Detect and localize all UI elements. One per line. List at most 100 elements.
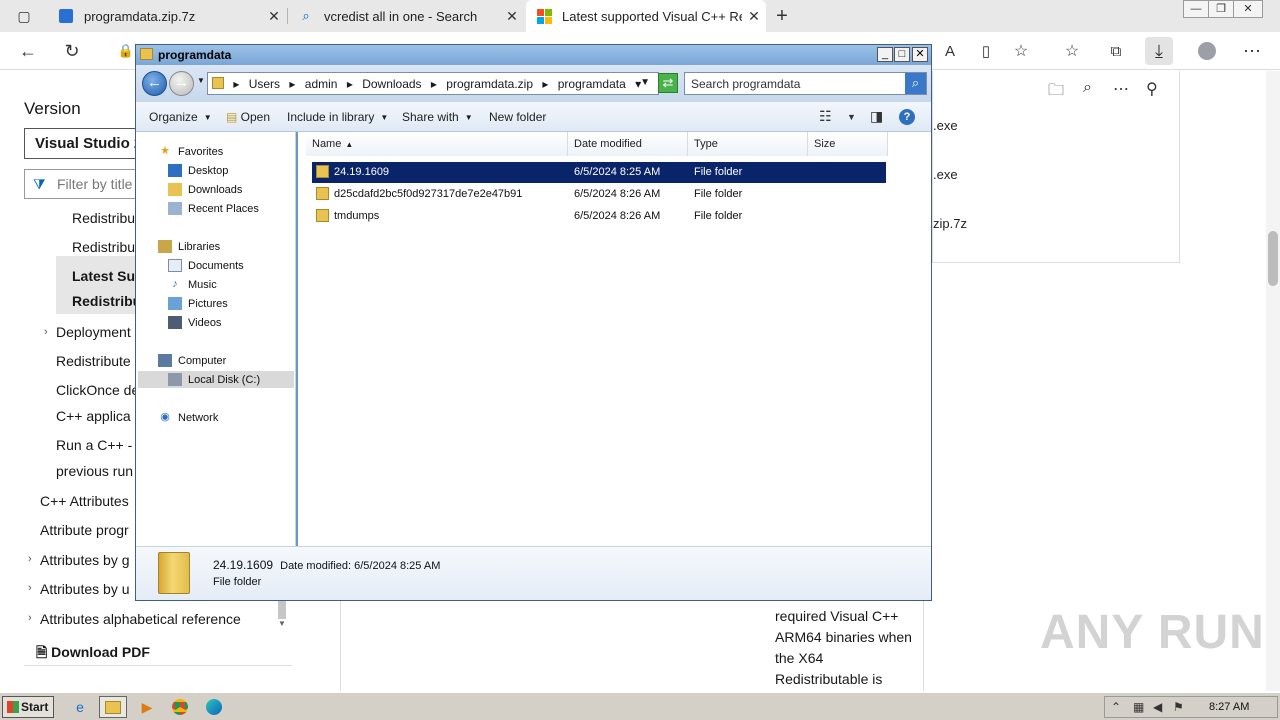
close-tab-icon[interactable]: ✕ — [262, 8, 286, 25]
breadcrumb-separator[interactable]: ▸ — [542, 77, 548, 91]
toc-item[interactable]: C++ applica — [56, 408, 131, 424]
more-menu-icon[interactable]: ⋯ — [1238, 37, 1266, 65]
address-bar[interactable]: ▸ Users ▸ admin ▸ Downloads ▸ programdat… — [207, 72, 659, 95]
close-tab-icon[interactable]: ✕ — [742, 8, 766, 25]
chrome-icon[interactable] — [166, 696, 194, 718]
action-center-flag-icon[interactable]: ⚑ — [1173, 700, 1184, 714]
close-tab-icon[interactable]: ✕ — [500, 8, 524, 25]
tray-expand-icon[interactable]: ⌃ — [1111, 700, 1121, 714]
toc-item[interactable]: Attributes alphabetical reference — [40, 611, 241, 627]
share-with-button[interactable]: Share with ▼ — [402, 110, 473, 124]
search-icon[interactable]: ⌕ — [905, 73, 926, 94]
search-icon[interactable]: ⌕ — [1083, 79, 1092, 97]
recent-pages-dropdown[interactable]: ▼ — [197, 76, 205, 85]
nav-recent-places[interactable]: Recent Places — [168, 202, 259, 215]
include-in-library-button[interactable]: Include in library ▼ — [287, 110, 388, 124]
nav-pictures[interactable]: Pictures — [168, 297, 228, 310]
tab-actions-icon[interactable]: ▢ — [10, 2, 38, 30]
nav-local-disk[interactable]: Local Disk (C:) — [168, 373, 260, 386]
toc-item[interactable]: Attribute progr — [40, 522, 129, 538]
refresh-icon[interactable]: ⇄ — [658, 73, 678, 93]
organize-button[interactable]: Organize ▼ — [149, 110, 212, 124]
help-icon[interactable]: ? — [899, 109, 915, 125]
download-pdf-link[interactable]: 🗎 Download PDF — [36, 642, 150, 666]
start-button[interactable]: Start — [2, 696, 54, 718]
collections-icon[interactable]: ⧉ — [1102, 37, 1130, 65]
close-icon[interactable]: ✕ — [912, 47, 928, 62]
toc-item[interactable]: C++ Attributes — [40, 493, 129, 509]
restore-icon[interactable]: ❐ — [1208, 0, 1234, 18]
tab-visual-cpp-redist[interactable]: Latest supported Visual C++ Red ✕ — [526, 0, 766, 32]
breadcrumb-downloads[interactable]: Downloads — [362, 77, 421, 91]
breadcrumb-admin[interactable]: admin — [305, 77, 338, 91]
toc-item[interactable]: ClickOnce de — [56, 382, 139, 398]
nav-documents[interactable]: Documents — [168, 259, 244, 272]
column-header-date[interactable]: Date modified — [568, 132, 688, 156]
tab-programdata-zip[interactable]: programdata.zip.7z ✕ — [48, 0, 286, 32]
downloads-icon[interactable]: ⤓ — [1145, 37, 1173, 65]
download-item[interactable]: zip.7z — [933, 216, 967, 231]
refresh-icon[interactable]: ↻ — [58, 37, 86, 65]
chevron-right-icon[interactable]: › — [28, 553, 32, 565]
view-options-icon[interactable]: ☷ — [819, 108, 832, 125]
edge-icon[interactable] — [200, 696, 228, 718]
toc-item-active[interactable]: Latest Sup — [72, 268, 144, 284]
preview-pane-icon[interactable]: ◨ — [870, 108, 883, 125]
search-input[interactable]: Search programdata ⌕ — [684, 72, 927, 95]
column-header-name[interactable]: Name ▲ — [306, 132, 568, 156]
download-item[interactable]: .exe — [933, 167, 958, 182]
breadcrumb-separator[interactable]: ▸ — [347, 77, 353, 91]
minimize-icon[interactable]: — — [1183, 0, 1209, 18]
chevron-right-icon[interactable]: › — [28, 612, 32, 624]
toc-item[interactable]: previous run — [56, 463, 133, 479]
internet-explorer-icon[interactable]: e — [66, 696, 94, 718]
minimize-icon[interactable]: _ — [877, 47, 893, 62]
breadcrumb-separator[interactable]: ▸ — [431, 77, 437, 91]
new-folder-button[interactable]: New folder — [489, 110, 546, 124]
immersive-reader-icon[interactable]: ▯ — [972, 37, 1000, 65]
back-arrow-icon[interactable]: ← — [142, 71, 167, 96]
add-favorite-icon[interactable]: ☆ — [1007, 37, 1035, 65]
explorer-title-bar[interactable]: programdata _ □ ✕ — [136, 45, 931, 65]
breadcrumb-zip[interactable]: programdata.zip — [446, 77, 533, 91]
toc-item[interactable]: Attributes by u — [40, 581, 130, 597]
file-row[interactable]: 24.19.1609 6/5/2024 8:25 AM File folder — [312, 162, 886, 183]
column-header-type[interactable]: Type — [688, 132, 808, 156]
open-button[interactable]: ▤ Open — [226, 110, 270, 124]
nav-network[interactable]: ◉ Network — [158, 411, 218, 424]
breadcrumb-separator[interactable]: ▸ — [233, 77, 239, 91]
nav-libraries[interactable]: Libraries — [158, 240, 220, 253]
download-item[interactable]: .exe — [933, 118, 958, 133]
more-options-icon[interactable]: ⋯ — [1113, 79, 1129, 99]
read-aloud-icon[interactable]: A — [936, 37, 964, 65]
profile-avatar-icon[interactable] — [1193, 37, 1221, 65]
breadcrumb-programdata[interactable]: programdata — [558, 77, 626, 91]
explorer-taskbar-icon[interactable] — [99, 696, 127, 718]
media-player-icon[interactable]: ▶ — [133, 696, 161, 718]
nav-downloads[interactable]: Downloads — [168, 183, 242, 196]
favorites-icon[interactable]: ☆ — [1058, 37, 1086, 65]
breadcrumb-users[interactable]: Users — [249, 77, 280, 91]
view-dropdown-icon[interactable]: ▼ — [847, 112, 856, 122]
close-window-icon[interactable]: ✕ — [1233, 0, 1263, 18]
nav-favorites[interactable]: ★ Favorites — [158, 145, 223, 158]
toc-item[interactable]: Redistribute — [56, 353, 131, 369]
back-icon[interactable]: ← — [14, 37, 42, 65]
open-folder-icon[interactable]: 🗀 — [1048, 79, 1064, 106]
network-tray-icon[interactable]: ▦ — [1133, 700, 1144, 714]
toc-item[interactable]: Run a C++ - — [56, 437, 132, 453]
scrollbar-thumb[interactable] — [1268, 231, 1278, 286]
nav-desktop[interactable]: Desktop — [168, 164, 228, 177]
toc-item[interactable]: Redistribu — [72, 239, 135, 255]
chevron-right-icon[interactable]: › — [44, 326, 48, 338]
file-row[interactable]: d25cdafd2bc5f0d927317de7e2e47b91 6/5/202… — [312, 184, 886, 205]
page-scrollbar[interactable] — [1266, 71, 1280, 691]
nav-music[interactable]: ♪ Music — [168, 278, 216, 291]
breadcrumb-separator[interactable]: ▸ — [289, 77, 295, 91]
pin-icon[interactable]: ⚲ — [1146, 79, 1158, 99]
maximize-icon[interactable]: □ — [894, 47, 910, 62]
column-header-size[interactable]: Size — [808, 132, 888, 156]
file-row[interactable]: tmdumps 6/5/2024 8:26 AM File folder — [312, 206, 886, 227]
sidebar-scrollbar[interactable]: ▼ — [278, 601, 290, 633]
nav-computer[interactable]: Computer — [158, 354, 226, 367]
